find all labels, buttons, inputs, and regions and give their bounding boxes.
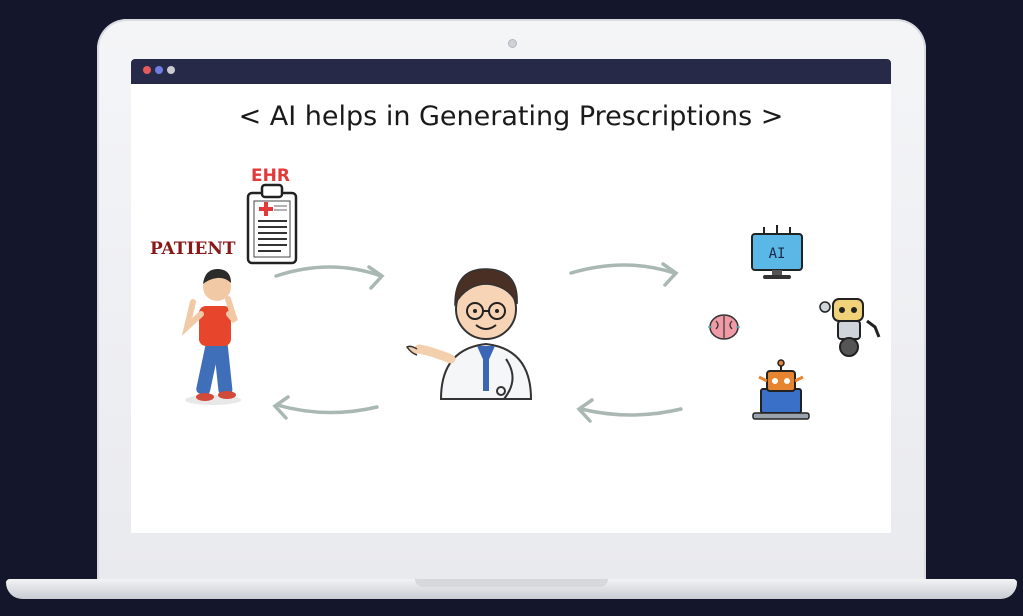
laptop-robot-icon[interactable] [752, 359, 810, 420]
laptop-notch [415, 579, 608, 587]
svg-text:AI: AI [769, 246, 786, 262]
robot-icon[interactable] [819, 298, 881, 357]
doctor-figure [405, 268, 533, 400]
clipboard-icon[interactable] [246, 183, 298, 265]
ai-monitor-icon[interactable]: AI [751, 225, 803, 279]
arrow-patient-to-doctor [274, 265, 385, 290]
laptop-screen: < AI helps in Generating Prescriptions >… [131, 59, 891, 533]
arrow-doctor-to-patient [272, 395, 379, 420]
brain-icon[interactable] [708, 314, 740, 340]
webcam [508, 39, 517, 48]
arrow-doctor-to-ai [569, 262, 679, 287]
illustration: AI [181, 183, 881, 423]
arrow-ai-to-doctor [576, 398, 683, 423]
patient-figure [181, 268, 241, 405]
